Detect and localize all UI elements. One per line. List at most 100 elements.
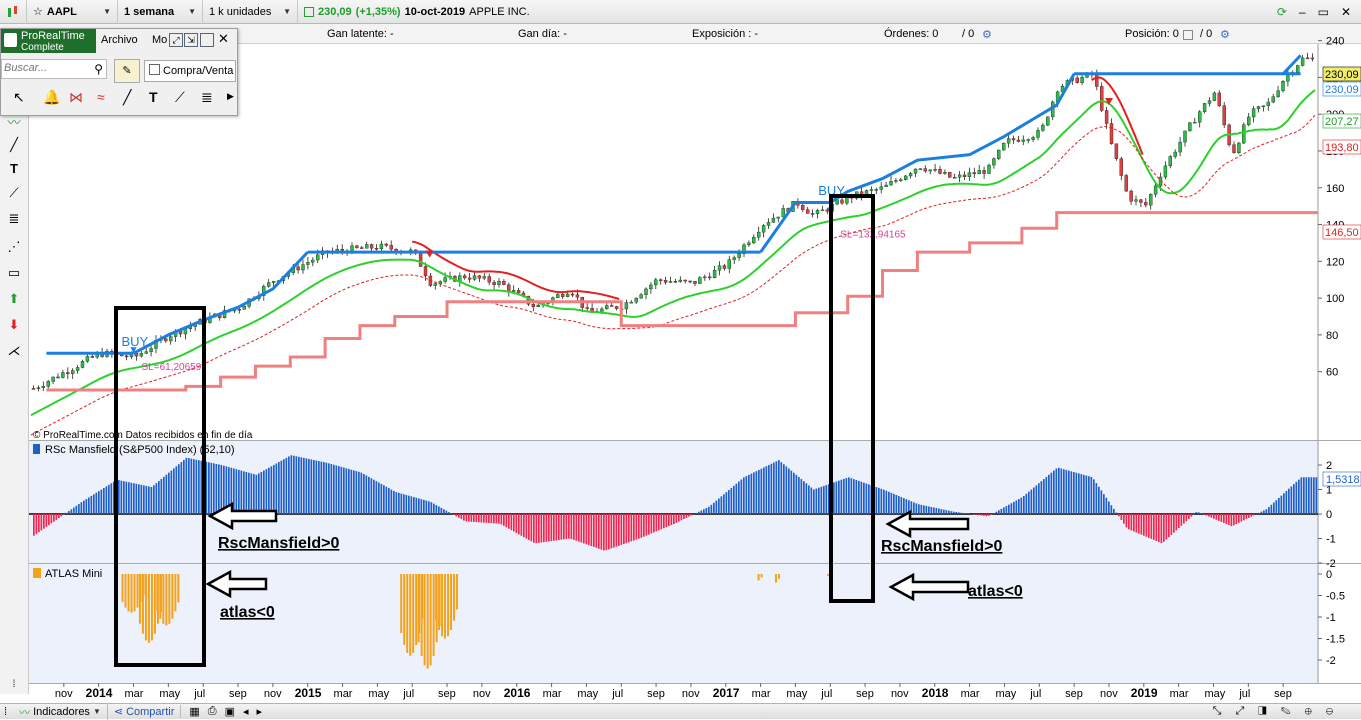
- candle-body: [1125, 175, 1128, 191]
- candle-body: [1046, 117, 1049, 125]
- gann-fan-icon[interactable]: ⋰: [4, 238, 24, 256]
- sell-arrow-icon[interactable]: ⬇: [4, 316, 24, 334]
- next-arrow-icon[interactable]: ▸: [257, 705, 263, 718]
- rsc-bar: [1316, 477, 1318, 514]
- search-input[interactable]: [2, 60, 86, 76]
- rsc-legend-swatch: [33, 444, 40, 454]
- rsc-bar: [1088, 476, 1090, 514]
- menu-mo[interactable]: Mo: [152, 34, 167, 46]
- window-icon[interactable]: [200, 33, 214, 47]
- chart-type-icon[interactable]: 〰: [4, 114, 24, 132]
- rsc-bar: [901, 497, 903, 514]
- refresh-icon[interactable]: ⟳: [1277, 5, 1287, 19]
- compra-venta-toggle[interactable]: Compra/Venta: [144, 60, 236, 82]
- period-selector[interactable]: 1 semana ▼: [118, 0, 203, 24]
- candle-body: [1066, 80, 1069, 86]
- rsc-bar: [1281, 496, 1283, 514]
- menu-archivo[interactable]: Archivo: [101, 34, 138, 46]
- calendar-icon[interactable]: ▦: [189, 705, 199, 718]
- rsc-bar: [818, 488, 820, 514]
- candle-body: [164, 339, 167, 341]
- rsc-bar: [848, 477, 850, 514]
- price-axis-label-box: [1323, 67, 1361, 81]
- buy-arrow-icon[interactable]: ⬆: [4, 290, 24, 308]
- rsc-bar: [1233, 514, 1235, 525]
- candle-body: [841, 200, 844, 203]
- text-icon[interactable]: T: [4, 160, 24, 178]
- atlas-bar: [775, 574, 777, 583]
- drawing-mode-icon[interactable]: ✎: [114, 59, 140, 83]
- rsc-bar: [573, 514, 575, 540]
- segment-icon[interactable]: ⟋: [175, 89, 185, 106]
- candle-body: [409, 250, 412, 252]
- rsc-bar: [1246, 514, 1248, 519]
- pitchfork-icon[interactable]: ⋌: [4, 342, 24, 360]
- candle-body: [507, 285, 510, 292]
- atlas-bar: [165, 574, 167, 626]
- candle-body: [924, 169, 927, 171]
- fibonacci-icon[interactable]: ≣: [201, 89, 213, 106]
- rsc-bar: [636, 514, 638, 540]
- rsc-bar: [286, 458, 288, 514]
- close-icon[interactable]: ✕: [1341, 5, 1351, 19]
- fibonacci-icon[interactable]: ≣: [4, 210, 24, 228]
- rsc-bar: [931, 507, 933, 514]
- candle-body: [130, 353, 133, 356]
- pin-icon[interactable]: ⇲: [184, 33, 198, 47]
- more-right-icon[interactable]: ▶: [227, 91, 234, 102]
- checkbox-icon[interactable]: [1183, 30, 1193, 40]
- share-button[interactable]: ⋖ Compartir: [108, 705, 182, 718]
- rsc-bar: [628, 514, 630, 542]
- rsc-bar: [891, 493, 893, 514]
- candle-body: [1188, 123, 1191, 131]
- rectangle-icon[interactable]: ▭: [4, 264, 24, 282]
- indicators-button[interactable]: 〰 Indicadores ▼: [13, 704, 108, 720]
- search-icon[interactable]: ⚲: [94, 62, 103, 76]
- rsc-bar: [926, 506, 928, 514]
- close-icon[interactable]: ✕: [218, 31, 229, 47]
- alert-bell-icon[interactable]: 🔔: [43, 89, 60, 106]
- rsc-bar: [1093, 479, 1095, 514]
- rsc-bar: [556, 514, 558, 540]
- y-tick-label: 140: [1326, 220, 1344, 232]
- candle-body: [875, 189, 878, 190]
- app-icon-seg[interactable]: [0, 0, 27, 24]
- symbol-selector[interactable]: ☆ AAPL ▼: [27, 0, 118, 24]
- printer-icon[interactable]: ⎙: [208, 705, 217, 718]
- restore-icon[interactable]: ▭: [1318, 5, 1329, 19]
- candle-body: [1169, 156, 1172, 165]
- rsc-bar: [468, 514, 470, 522]
- expand-icon[interactable]: ⤢: [169, 33, 183, 47]
- price-axis-label: 193,80: [1325, 142, 1359, 154]
- dotted-handle-icon[interactable]: ⁞: [4, 676, 24, 694]
- rsc-bar: [1063, 469, 1065, 514]
- segment-icon[interactable]: ⟋: [4, 184, 24, 202]
- cursor-icon[interactable]: ↖: [13, 89, 25, 106]
- line-icon[interactable]: ╱: [4, 136, 24, 154]
- rsc-bar: [381, 484, 383, 514]
- rsc-bar: [1066, 470, 1068, 514]
- zigzag-icon[interactable]: ≈: [97, 89, 105, 105]
- candle-body: [953, 177, 956, 178]
- trendline-icon[interactable]: ╱: [123, 89, 131, 106]
- rsc-bar: [963, 513, 965, 514]
- candle-body: [909, 173, 912, 176]
- text-tool-icon[interactable]: T: [149, 89, 158, 105]
- x-tick-label: sep: [229, 688, 247, 700]
- candle-body: [253, 299, 256, 300]
- candle-body: [934, 169, 937, 170]
- rsc-bar: [956, 512, 958, 514]
- candle-body: [468, 278, 471, 279]
- gears-icon[interactable]: ⚙: [982, 28, 992, 41]
- candle-body: [1164, 166, 1167, 177]
- settings-tools-icon[interactable]: ⤡⤢◨✎⊕⊖: [1213, 705, 1347, 718]
- pattern-icon[interactable]: ⋈: [69, 89, 83, 106]
- gears-icon[interactable]: ⚙: [1220, 28, 1230, 41]
- screen-icon[interactable]: ▣: [225, 705, 235, 718]
- dotted-handle-icon[interactable]: ⁞: [4, 706, 7, 718]
- units-selector[interactable]: 1 k unidades ▼: [203, 0, 298, 24]
- minimize-icon[interactable]: –: [1299, 5, 1306, 19]
- candle-body: [694, 281, 697, 283]
- rsc-bar: [1276, 500, 1278, 514]
- prev-arrow-icon[interactable]: ◂: [243, 705, 249, 718]
